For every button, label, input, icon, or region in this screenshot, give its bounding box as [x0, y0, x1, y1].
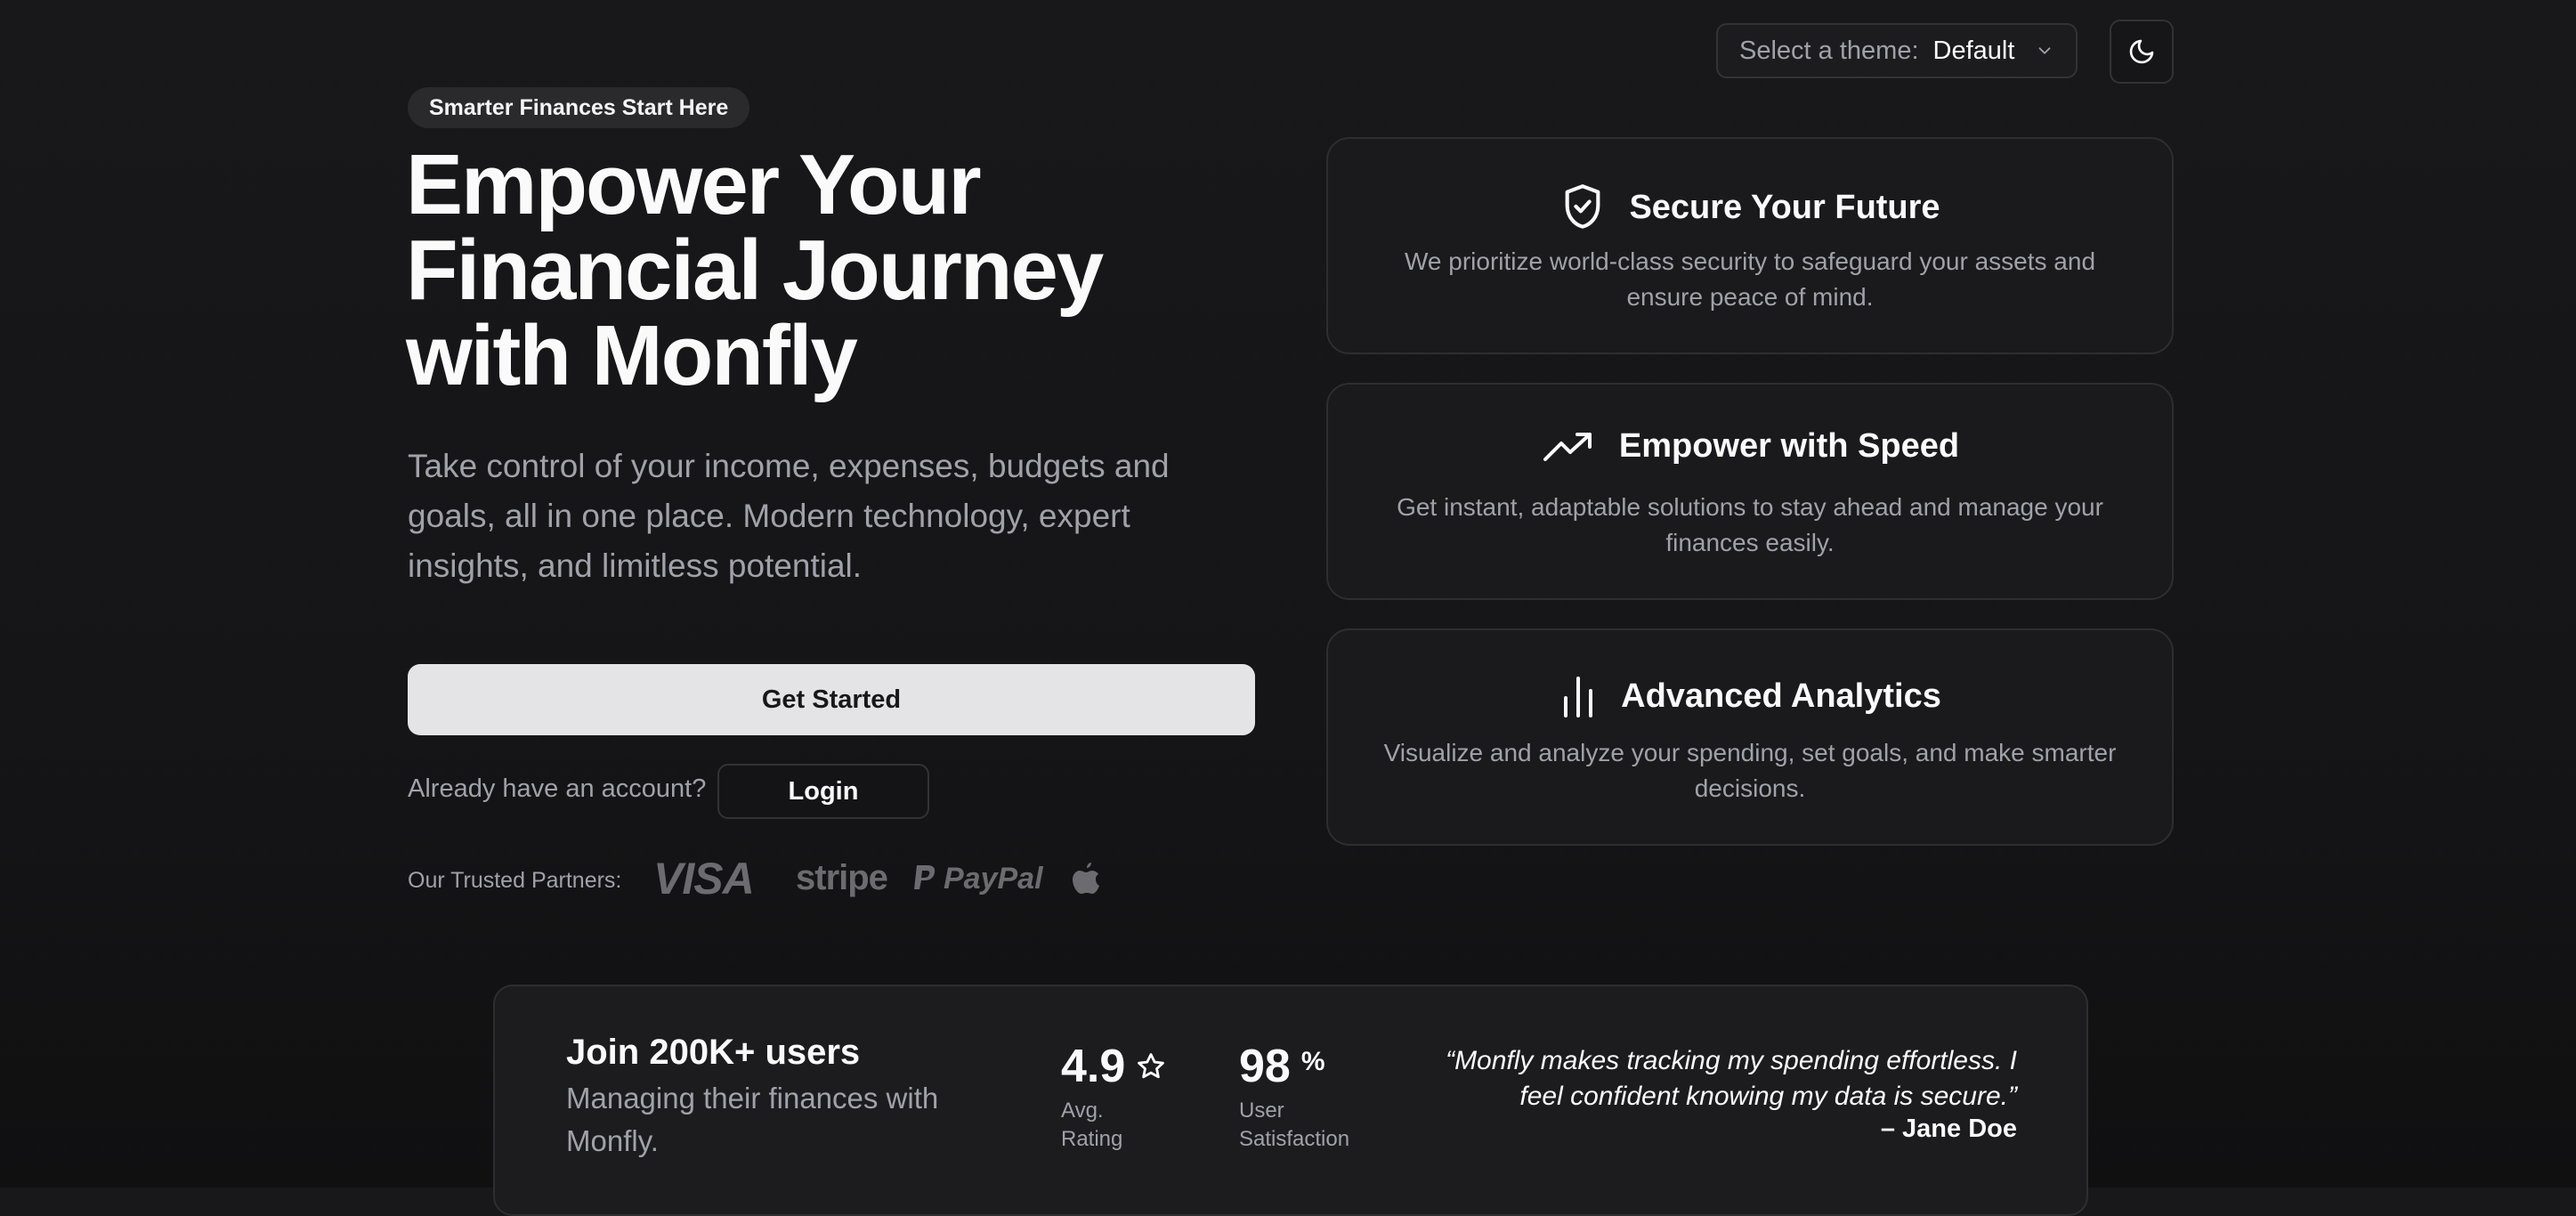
satisfaction-value: 98 — [1239, 1041, 1291, 1092]
hero-subtitle: Take control of your income, expenses, b… — [408, 448, 1170, 584]
star-icon — [1136, 1051, 1166, 1082]
paypal-wordmark: PayPal — [944, 862, 1043, 896]
hero-title: Empower Your Financial Journey with Monf… — [406, 137, 1104, 403]
paypal-icon — [911, 863, 938, 896]
theme-select-label: Select a theme: — [1739, 36, 1919, 65]
dark-mode-toggle-button[interactable] — [2110, 20, 2174, 84]
apple-logo — [1070, 860, 1102, 902]
rating-value: 4.9 — [1061, 1041, 1126, 1092]
feature-description: Visualize and analyze your spending, set… — [1383, 739, 2117, 802]
chevron-down-icon — [2035, 41, 2054, 61]
feature-card-analytics: Advanced Analytics Visualize and analyze… — [1326, 628, 2174, 846]
shield-check-icon — [1559, 182, 1606, 233]
visa-logo: VISA — [653, 854, 755, 904]
feature-card-security: Secure Your Future We prioritize world-c… — [1326, 137, 2174, 354]
paypal-logo: PayPal — [911, 862, 1043, 896]
feature-card-speed: Empower with Speed Get instant, adaptabl… — [1326, 383, 2174, 600]
feature-title: Empower with Speed — [1618, 427, 1960, 465]
satisfaction-stat: 98 % — [1239, 1040, 1325, 1093]
feature-description: We prioritize world-class security to sa… — [1404, 247, 2096, 311]
moon-icon — [2127, 37, 2156, 66]
stripe-logo: stripe — [796, 858, 888, 897]
join-subtitle: Managing their finances with Monfly. — [566, 1082, 939, 1157]
testimonial-author: – Jane Doe — [1880, 1115, 2017, 1143]
satisfaction-label: User Satisfaction — [1239, 1098, 1350, 1151]
join-title: Join 200K+ users — [566, 1033, 861, 1072]
testimonial-quote: “Monfly makes tracking my spending effor… — [1446, 1046, 2017, 1111]
theme-select-value: Default — [1932, 36, 2015, 65]
get-started-button[interactable]: Get Started — [408, 664, 1255, 735]
feature-title: Secure Your Future — [1629, 188, 1940, 226]
rating-label: Avg. Rating — [1061, 1098, 1123, 1151]
partners-label: Our Trusted Partners: — [408, 868, 622, 893]
login-button[interactable]: Login — [717, 764, 929, 819]
feature-title: Advanced Analytics — [1621, 677, 1941, 715]
bar-chart-icon — [1559, 673, 1598, 719]
percent-sign: % — [1300, 1047, 1325, 1076]
rating-stat: 4.9 — [1061, 1040, 1166, 1093]
feature-description: Get instant, adaptable solutions to stay… — [1397, 493, 2103, 556]
theme-select[interactable]: Select a theme: Default — [1716, 23, 2078, 78]
trending-up-icon — [1541, 429, 1596, 465]
hero-badge: Smarter Finances Start Here — [408, 87, 750, 128]
account-prompt: Already have an account? — [408, 774, 707, 803]
